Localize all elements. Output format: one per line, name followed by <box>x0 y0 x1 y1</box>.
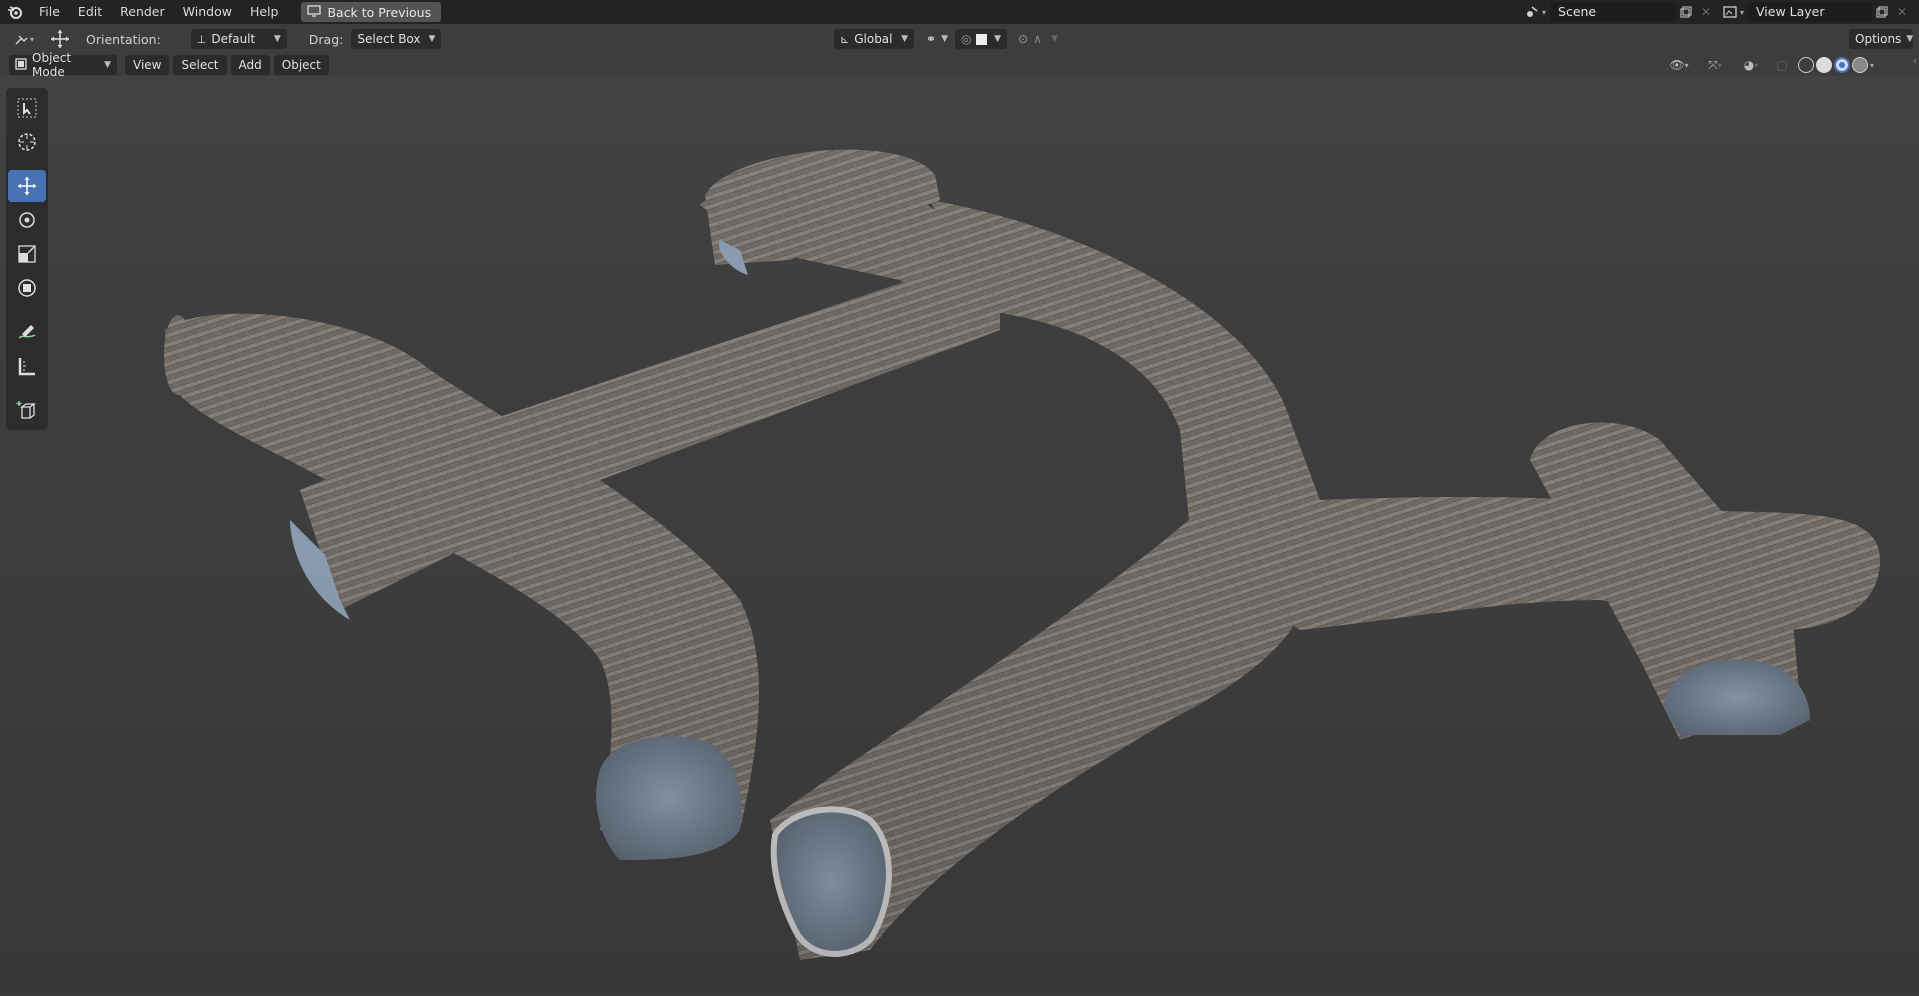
mode-dropdown[interactable]: Object Mode ▼ <box>9 51 117 79</box>
add-cube-icon <box>16 401 36 419</box>
sidebar-toggle-icon[interactable]: ‹ <box>1913 56 1917 67</box>
solid-shading-icon[interactable] <box>1816 57 1832 73</box>
orientation-value: Default <box>211 32 256 46</box>
transform-icon <box>18 279 36 297</box>
orientation-label: Orientation: <box>86 31 161 47</box>
material-preview-shading-icon[interactable] <box>1834 57 1850 73</box>
tunnel-mesh-render <box>0 76 1919 993</box>
remove-view-layer-icon[interactable]: ✕ <box>1892 2 1912 22</box>
viewport-menu-add[interactable]: Add <box>230 55 270 75</box>
select-box-icon <box>17 98 37 118</box>
measure-tool[interactable] <box>8 350 46 382</box>
transform-orientation-dropdown[interactable]: ⊾ Global ▼ <box>834 29 914 49</box>
xray-icon[interactable]: ▢ <box>1772 55 1792 75</box>
rotate-tool[interactable] <box>8 204 46 236</box>
object-mode-icon <box>15 57 27 73</box>
proportional-edit-dropdown[interactable]: ⊙ ∧ ▼ <box>1012 29 1064 49</box>
drag-value: Select Box <box>357 32 421 46</box>
chevron-down-icon[interactable]: ▾ <box>1740 8 1744 17</box>
drag-label: Drag: <box>308 31 344 47</box>
top-bar: File Edit Render Window Help Back to Pre… <box>0 0 1919 24</box>
shading-mode-group: ▾ <box>1798 57 1874 73</box>
drag-dropdown[interactable]: Select Box ▼ <box>351 29 442 49</box>
chevron-down-icon: ▼ <box>1906 34 1914 44</box>
transform-tool[interactable] <box>8 272 46 304</box>
annotate-pencil-icon <box>18 325 36 339</box>
falloff-curve-icon: ∧ <box>1033 32 1042 46</box>
move-tool[interactable] <box>8 170 46 202</box>
new-scene-icon[interactable] <box>1676 2 1696 22</box>
visibility-eye-icon[interactable]: 👁 ▾ <box>1664 55 1694 75</box>
menu-edit[interactable]: Edit <box>69 0 111 24</box>
options-dropdown[interactable]: Options ▼ <box>1849 29 1913 49</box>
view-layer-name-field[interactable]: View Layer <box>1748 2 1873 22</box>
editor-type-icon[interactable]: ▾ <box>10 29 38 49</box>
blender-logo-icon[interactable] <box>0 0 30 24</box>
back-to-previous-label: Back to Previous <box>327 4 432 20</box>
options-label: Options <box>1855 32 1902 46</box>
menu-help[interactable]: Help <box>241 0 288 24</box>
global-axes-icon: ⊾ <box>840 32 850 46</box>
cursor-icon <box>18 133 36 151</box>
pivot-point-dropdown[interactable]: ⚭ ▼ <box>920 29 950 49</box>
orientation-dropdown[interactable]: ⊥ Default ▼ <box>190 29 287 49</box>
scale-icon <box>18 245 36 263</box>
wireframe-shading-icon[interactable] <box>1798 57 1814 73</box>
move-icon <box>18 177 36 195</box>
pivot-link-icon: ⚭ <box>926 32 937 46</box>
orientation-axes-icon: ⊥ <box>196 32 207 46</box>
chevron-down-icon: ▼ <box>428 34 436 44</box>
mode-value: Object Mode <box>32 51 72 79</box>
chevron-down-icon: ▼ <box>901 34 908 44</box>
tool-settings-bar: ▾ Orientation: ⊥ Default ▼ Drag: Select … <box>0 24 1919 54</box>
rotate-icon <box>19 212 35 228</box>
view-layer-selector: ▾ View Layer ✕ <box>1720 2 1912 22</box>
gizmo-icon[interactable]: ⤧ ▾ <box>1700 55 1730 75</box>
overlays-icon[interactable]: ◕ ▾ <box>1736 55 1766 75</box>
view-layer-icon[interactable] <box>1720 2 1740 22</box>
viewport-display-controls: 👁 ▾ ⤧ ▾ ◕ ▾ ▢ ▾ <box>1664 55 1874 75</box>
remove-scene-icon[interactable]: ✕ <box>1696 2 1716 22</box>
new-view-layer-icon[interactable] <box>1872 2 1892 22</box>
chevron-down-icon: ▼ <box>994 34 1001 44</box>
viewport-menu-view[interactable]: View <box>125 55 170 75</box>
viewport-header: Object Mode ▼ View Select Add Object 👁 ▾ … <box>0 51 1919 79</box>
chevron-down-icon: ▼ <box>1051 34 1058 44</box>
snap-increment-icon <box>976 33 988 45</box>
snap-magnet-icon: ◎ <box>961 32 972 46</box>
tool-shelf <box>6 88 48 430</box>
rendered-shading-icon[interactable] <box>1852 57 1868 73</box>
cursor-tool[interactable] <box>8 126 46 158</box>
scene-selector: ▾ Scene ✕ <box>1522 2 1716 22</box>
select-box-tool[interactable] <box>8 92 46 124</box>
menu-render[interactable]: Render <box>111 0 174 24</box>
annotate-tool[interactable] <box>8 316 46 348</box>
snap-dropdown[interactable]: ◎ ▼ <box>955 29 1007 49</box>
transform-orientation-value: Global <box>854 32 893 46</box>
viewport-menu-select[interactable]: Select <box>173 55 227 75</box>
screen-icon <box>307 4 322 20</box>
scene-name-field[interactable]: Scene <box>1550 2 1677 22</box>
scene-icon[interactable] <box>1522 2 1542 22</box>
viewport-menu-object[interactable]: Object <box>273 55 329 75</box>
chevron-down-icon: ▼ <box>104 60 111 70</box>
measure-ruler-icon <box>18 358 35 376</box>
add-cube-tool[interactable] <box>8 394 46 426</box>
chevron-down-icon[interactable]: ▾ <box>1870 61 1874 70</box>
back-to-previous-button[interactable]: Back to Previous <box>301 2 442 22</box>
menu-file[interactable]: File <box>30 0 69 24</box>
3d-viewport[interactable] <box>0 76 1919 993</box>
chevron-down-icon[interactable]: ▾ <box>1542 8 1546 17</box>
move-tool-icon <box>48 29 72 49</box>
proportional-edit-icon: ⊙ <box>1018 32 1029 46</box>
menu-window[interactable]: Window <box>174 0 241 24</box>
chevron-down-icon: ▼ <box>273 34 281 44</box>
scale-tool[interactable] <box>8 238 46 270</box>
chevron-down-icon: ▼ <box>941 34 948 44</box>
